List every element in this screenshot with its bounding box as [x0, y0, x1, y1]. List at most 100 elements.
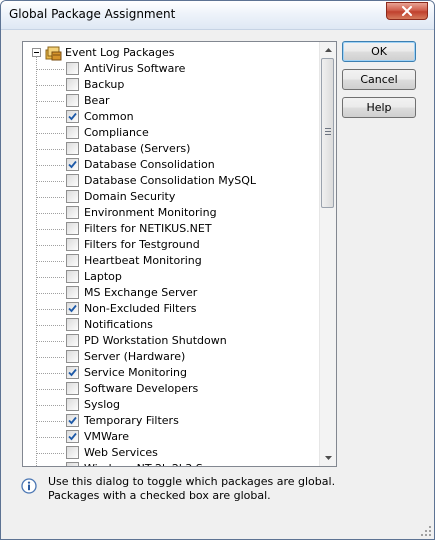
info-line-1: Use this dialog to toggle which packages…	[48, 475, 336, 488]
package-checkbox[interactable]	[66, 446, 79, 459]
ok-button[interactable]: OK	[342, 41, 416, 62]
package-checkbox[interactable]	[66, 78, 79, 91]
package-checkbox[interactable]	[66, 238, 79, 251]
info-line-2: Packages with a checked box are global.	[48, 489, 271, 502]
tree-item[interactable]: Service Monitoring	[23, 365, 319, 381]
info-message: Use this dialog to toggle which packages…	[48, 475, 408, 503]
package-checkbox[interactable]	[66, 174, 79, 187]
package-checkbox[interactable]	[66, 158, 79, 171]
tree-item[interactable]: Syslog	[23, 397, 319, 413]
dialog-window: Global Package Assignment Event Log Pack…	[0, 0, 435, 540]
package-label: MS Exchange Server	[84, 286, 198, 299]
tree-item[interactable]: Laptop	[23, 269, 319, 285]
package-label: Database (Servers)	[84, 142, 191, 155]
title-bar[interactable]: Global Package Assignment	[1, 1, 434, 30]
package-label: Notifications	[84, 318, 153, 331]
window-title: Global Package Assignment	[9, 7, 176, 21]
tree-connector-line	[37, 229, 64, 230]
package-checkbox[interactable]	[66, 382, 79, 395]
package-label: VMWare	[84, 430, 129, 443]
tree-item[interactable]: Filters for NETIKUS.NET	[23, 221, 319, 237]
tree-connector-line	[37, 389, 64, 390]
scrollbar-thumb[interactable]	[321, 58, 334, 208]
package-checkbox[interactable]	[66, 414, 79, 427]
package-checkbox[interactable]	[66, 254, 79, 267]
tree-item[interactable]: Filters for Testground	[23, 237, 319, 253]
tree-item[interactable]: Database (Servers)	[23, 141, 319, 157]
tree-item[interactable]: Windows NT 2k 2k3 Server	[23, 461, 319, 466]
package-checkbox[interactable]	[66, 222, 79, 235]
package-label: Common	[84, 110, 134, 123]
tree-item[interactable]: Server (Hardware)	[23, 349, 319, 365]
package-checkbox[interactable]	[66, 302, 79, 315]
tree-item[interactable]: Environment Monitoring	[23, 205, 319, 221]
tree-connector-line	[37, 149, 64, 150]
package-checkbox[interactable]	[66, 462, 79, 466]
thumb-grip-line	[325, 128, 331, 129]
package-checkbox[interactable]	[66, 110, 79, 123]
package-checkbox[interactable]	[66, 190, 79, 203]
tree-connector-line	[37, 277, 64, 278]
tree-item[interactable]: Compliance	[23, 125, 319, 141]
package-checkbox[interactable]	[66, 206, 79, 219]
tree-connector-line	[37, 85, 64, 86]
checkmark-icon	[68, 160, 77, 169]
help-button[interactable]: Help	[342, 97, 416, 118]
tree-item[interactable]: Software Developers	[23, 381, 319, 397]
package-tree[interactable]: Event Log Packages AntiVirus Software Bac…	[22, 41, 337, 467]
tree-connector-line	[37, 197, 64, 198]
package-checkbox[interactable]	[66, 334, 79, 347]
tree-connector-line	[37, 405, 64, 406]
package-label: Windows NT 2k 2k3 Server	[84, 462, 232, 466]
package-checkbox[interactable]	[66, 94, 79, 107]
vertical-scrollbar[interactable]	[319, 42, 336, 466]
tree-connector-line	[37, 101, 64, 102]
tree-connector-line	[37, 69, 64, 70]
package-checkbox[interactable]	[66, 142, 79, 155]
scroll-up-button[interactable]	[320, 42, 336, 58]
tree-item[interactable]: Database Consolidation	[23, 157, 319, 173]
tree-item[interactable]: Temporary Filters	[23, 413, 319, 429]
tree-item[interactable]: VMWare	[23, 429, 319, 445]
tree-item[interactable]: Non-Excluded Filters	[23, 301, 319, 317]
package-checkbox[interactable]	[66, 398, 79, 411]
tree-connector-line	[37, 309, 64, 310]
package-checkbox[interactable]	[66, 350, 79, 363]
package-checkbox[interactable]	[66, 286, 79, 299]
tree-item[interactable]: Database Consolidation MySQL	[23, 173, 319, 189]
package-checkbox[interactable]	[66, 126, 79, 139]
tree-root-node[interactable]: Event Log Packages	[23, 45, 319, 61]
package-label: Backup	[84, 78, 125, 91]
package-label: AntiVirus Software	[84, 62, 186, 75]
package-label: Filters for Testground	[84, 238, 200, 251]
tree-item[interactable]: Notifications	[23, 317, 319, 333]
package-checkbox[interactable]	[66, 430, 79, 443]
tree-item[interactable]: MS Exchange Server	[23, 285, 319, 301]
package-checkbox[interactable]	[66, 318, 79, 331]
tree-connector-line	[37, 453, 64, 454]
cancel-button[interactable]: Cancel	[342, 69, 416, 90]
tree-item[interactable]: AntiVirus Software	[23, 61, 319, 77]
tree-item[interactable]: Bear	[23, 93, 319, 109]
package-label: Software Developers	[84, 382, 199, 395]
tree-item[interactable]: Heartbeat Monitoring	[23, 253, 319, 269]
close-button[interactable]	[386, 2, 428, 20]
package-checkbox[interactable]	[66, 366, 79, 379]
tree-connector-line	[37, 245, 64, 246]
tree-item[interactable]: Web Services	[23, 445, 319, 461]
package-label: PD Workstation Shutdown	[84, 334, 227, 347]
tree-item[interactable]: Backup	[23, 77, 319, 93]
resize-grip-icon[interactable]	[420, 525, 432, 537]
package-checkbox[interactable]	[66, 62, 79, 75]
collapse-icon[interactable]	[32, 48, 41, 57]
checkmark-icon	[68, 416, 77, 425]
tree-connector-line	[37, 181, 64, 182]
tree-item[interactable]: PD Workstation Shutdown	[23, 333, 319, 349]
scroll-down-button[interactable]	[320, 450, 336, 466]
package-label: Non-Excluded Filters	[84, 302, 197, 315]
package-checkbox[interactable]	[66, 270, 79, 283]
package-label: Filters for NETIKUS.NET	[84, 222, 212, 235]
tree-item[interactable]: Common	[23, 109, 319, 125]
thumb-grip-line	[325, 134, 331, 135]
tree-item[interactable]: Domain Security	[23, 189, 319, 205]
